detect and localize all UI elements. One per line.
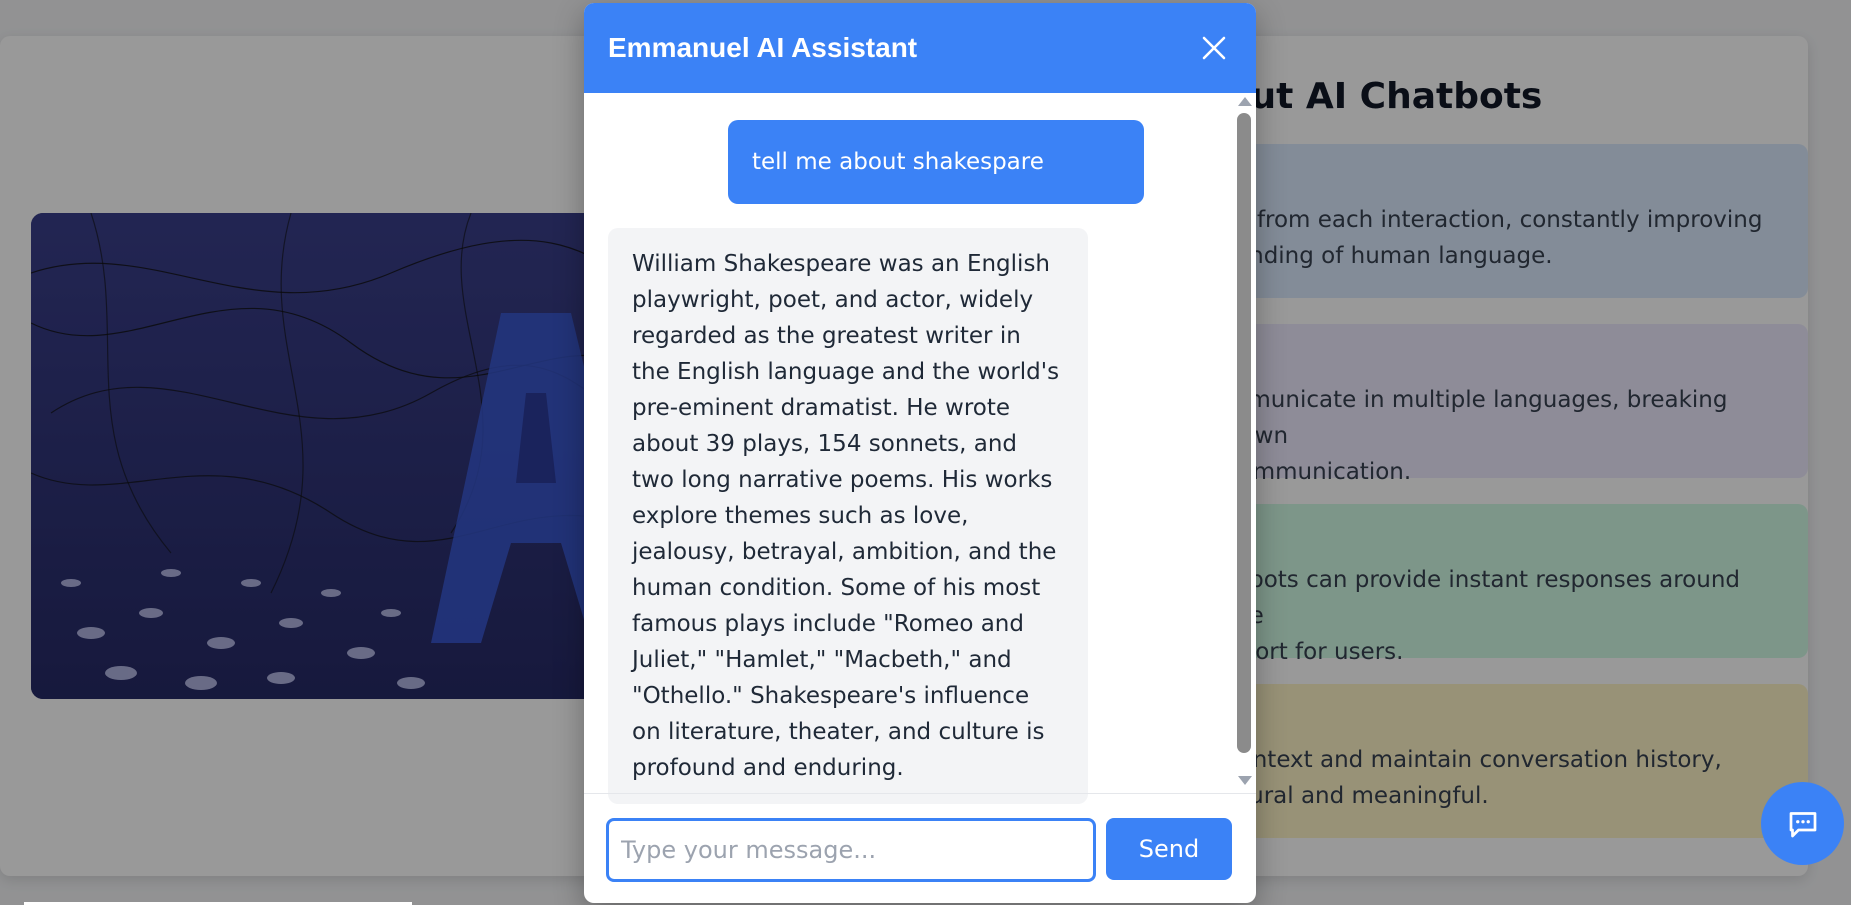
assistant-message: William Shakespeare was an English playw… <box>608 228 1088 804</box>
chat-modal: Emmanuel AI Assistant tell me about shak… <box>584 3 1256 903</box>
close-icon <box>1202 36 1226 60</box>
chat-modal-header: Emmanuel AI Assistant <box>584 3 1256 93</box>
scroll-up-arrow-icon[interactable] <box>1238 97 1252 106</box>
scrollbar-thumb[interactable] <box>1237 113 1251 753</box>
message-list[interactable]: tell me about shakespare William Shakesp… <box>584 93 1256 804</box>
chat-bubble-icon <box>1789 811 1816 837</box>
message-input[interactable] <box>606 818 1096 882</box>
chat-modal-title: Emmanuel AI Assistant <box>608 32 918 63</box>
close-button[interactable] <box>1194 28 1234 68</box>
send-button[interactable]: Send <box>1106 818 1232 880</box>
message-scrollbar[interactable] <box>1234 97 1254 785</box>
chat-launcher-button[interactable] <box>1761 782 1844 865</box>
message-composer: Send <box>584 793 1256 903</box>
user-message: tell me about shakespare <box>728 120 1144 204</box>
scroll-down-arrow-icon[interactable] <box>1238 776 1252 785</box>
